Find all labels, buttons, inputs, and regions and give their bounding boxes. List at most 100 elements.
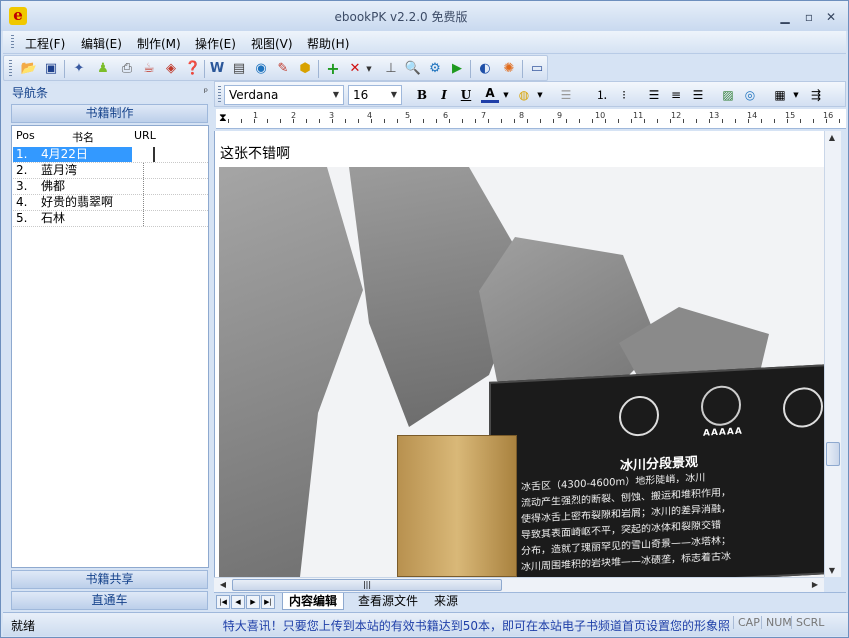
java-icon[interactable]: ☕ xyxy=(140,60,158,78)
underline-icon[interactable]: U xyxy=(457,86,475,104)
url-cell[interactable] xyxy=(143,163,144,178)
add-icon[interactable]: + xyxy=(324,60,342,78)
maximize-button[interactable]: ▫ xyxy=(799,9,819,25)
bold-icon[interactable]: B xyxy=(413,86,431,104)
chevron-down-icon[interactable]: ▼ xyxy=(364,60,374,78)
menu-edit[interactable]: 编辑(E) xyxy=(81,35,122,52)
insert-media-icon[interactable]: ◎ xyxy=(741,86,759,104)
indent-icon[interactable]: ☰ xyxy=(557,86,575,104)
ruler[interactable]: ⧗ 1 2 3 4 5 6 7 8 9 10 11 12 13 14 15 16 xyxy=(216,109,846,129)
scroll-right-icon[interactable]: ▶ xyxy=(808,580,822,589)
ruler-number: 9 xyxy=(557,111,563,120)
eraser-icon[interactable]: ✎ xyxy=(274,60,292,78)
row-pos: 1. xyxy=(16,147,28,161)
col-url[interactable]: URL xyxy=(134,129,156,142)
toolbar-separator xyxy=(64,60,65,78)
section-book-share[interactable]: 书籍共享 xyxy=(11,570,208,589)
url-cell[interactable] xyxy=(143,195,144,210)
font-size-select[interactable]: 16 ▼ xyxy=(348,85,402,105)
play-icon[interactable]: ▶ xyxy=(448,60,466,78)
delete-icon[interactable]: ✕ xyxy=(346,60,364,78)
col-pos[interactable]: Pos xyxy=(16,129,35,142)
info-icon[interactable]: ▭ xyxy=(528,60,546,78)
chevron-down-icon[interactable]: ▼ xyxy=(535,86,545,104)
tab-content-edit[interactable]: 内容编辑 xyxy=(282,593,345,610)
list-item[interactable]: 3. 佛都 xyxy=(13,179,208,195)
col-name[interactable]: 书名 xyxy=(72,129,94,145)
save-icon[interactable]: ▣ xyxy=(42,60,60,78)
content-editor[interactable]: 这张不错啊 AAAAA 冰川分段景观 冰舌区（4300-4600m）地形陡峭，冰… xyxy=(214,131,824,577)
tab-view-source[interactable]: 查看源文件 xyxy=(352,593,424,610)
document-icon[interactable]: ▤ xyxy=(230,60,248,78)
scroll-left-icon[interactable]: ◀ xyxy=(216,580,230,589)
next-tab-icon[interactable]: ▶ xyxy=(246,595,260,609)
menu-project[interactable]: 工程(F) xyxy=(25,35,65,52)
chevron-down-icon[interactable]: ▼ xyxy=(387,86,401,104)
settings-icon[interactable]: ⚙ xyxy=(426,60,444,78)
italic-icon[interactable]: I xyxy=(435,86,453,104)
align-right-icon[interactable]: ☰ xyxy=(689,86,707,104)
vertical-scrollbar[interactable]: ▲ ▼ xyxy=(824,131,841,577)
list-item[interactable]: 1. 4月22日 xyxy=(13,147,208,163)
scroll-up-icon[interactable]: ▲ xyxy=(825,133,839,142)
menu-grip[interactable] xyxy=(11,35,14,50)
scroll-down-icon[interactable]: ▼ xyxy=(825,566,839,575)
android-icon[interactable]: ♟ xyxy=(94,60,112,78)
status-message[interactable]: 特大喜讯！只要您上传到本站的有效书籍达到50本，即可在本站电子书频道首页设置您的… xyxy=(223,617,730,634)
help-icon[interactable]: ◐ xyxy=(476,60,494,78)
url-cell[interactable] xyxy=(143,179,144,194)
pdf-icon[interactable]: ◈ xyxy=(162,60,180,78)
menu-help[interactable]: 帮助(H) xyxy=(307,35,349,52)
print-icon[interactable]: ⎙ xyxy=(118,60,136,78)
ruler-number: 14 xyxy=(747,111,758,120)
open-folder-icon[interactable]: 📂 xyxy=(20,60,38,78)
tab-source[interactable]: 来源 xyxy=(428,593,464,610)
chevron-down-icon[interactable]: ▼ xyxy=(791,86,801,104)
table-icon[interactable]: ▦ xyxy=(771,86,789,104)
format-grip[interactable] xyxy=(218,86,221,103)
menu-operate[interactable]: 操作(E) xyxy=(195,35,236,52)
list-item[interactable]: 5. 石林 xyxy=(13,211,208,227)
list-item[interactable]: 2. 蓝月湾 xyxy=(13,163,208,179)
menu-make[interactable]: 制作(M) xyxy=(137,35,181,52)
url-cell[interactable] xyxy=(153,147,155,162)
word-icon[interactable]: W xyxy=(208,60,226,78)
align-left-icon[interactable]: ☰ xyxy=(645,86,663,104)
help-page-icon[interactable]: ❓ xyxy=(184,60,202,78)
chm-icon[interactable]: ⬢ xyxy=(296,60,314,78)
highlight-color-icon[interactable]: ◍ xyxy=(515,86,533,104)
pin-icon[interactable]: ᵖ xyxy=(204,84,208,102)
ie-icon[interactable]: ◉ xyxy=(252,60,270,78)
chevron-down-icon[interactable]: ▼ xyxy=(329,86,343,104)
close-button[interactable]: ✕ xyxy=(821,9,841,25)
section-book-making[interactable]: 书籍制作 xyxy=(11,104,208,123)
wand-icon[interactable]: ✦ xyxy=(70,60,88,78)
prev-tab-icon[interactable]: ◀ xyxy=(231,595,245,609)
toolbar-grip[interactable] xyxy=(9,60,12,77)
vertical-scroll-thumb[interactable] xyxy=(826,442,840,466)
horizontal-scrollbar[interactable]: ◀ ||| ▶ xyxy=(214,577,824,592)
minimize-button[interactable]: ▁ xyxy=(775,9,795,25)
first-tab-icon[interactable]: |◀ xyxy=(216,595,230,609)
font-color-icon[interactable]: A xyxy=(481,86,499,103)
menu-view[interactable]: 视图(V) xyxy=(251,35,293,52)
section-express[interactable]: 直通车 xyxy=(11,591,208,610)
insert-image-icon[interactable]: ▨ xyxy=(719,86,737,104)
list-item[interactable]: 4. 好贵的翡翠啊 xyxy=(13,195,208,211)
last-tab-icon[interactable]: ▶| xyxy=(261,595,275,609)
url-cell[interactable] xyxy=(143,211,144,226)
ruler-icon[interactable]: ⊥ xyxy=(382,60,400,78)
chevron-down-icon[interactable]: ▼ xyxy=(501,86,511,104)
tab-stop-icon[interactable]: ⧗ xyxy=(219,111,227,125)
font-size-value: 16 xyxy=(353,88,369,102)
search-icon[interactable]: 🔍 xyxy=(404,60,422,78)
align-center-icon[interactable]: ≡ xyxy=(667,86,685,104)
format-options-icon[interactable]: ⇶ xyxy=(807,86,825,104)
num-indicator: NUM xyxy=(761,616,792,629)
font-select[interactable]: Verdana ▼ xyxy=(224,85,344,105)
horizontal-scroll-thumb[interactable]: ||| xyxy=(232,579,502,591)
numbered-list-icon[interactable]: ⒈ xyxy=(593,86,611,104)
web-icon[interactable]: ✺ xyxy=(500,60,518,78)
ruler-number: 4 xyxy=(367,111,373,120)
bullet-list-icon[interactable]: ⁝ xyxy=(615,86,633,104)
